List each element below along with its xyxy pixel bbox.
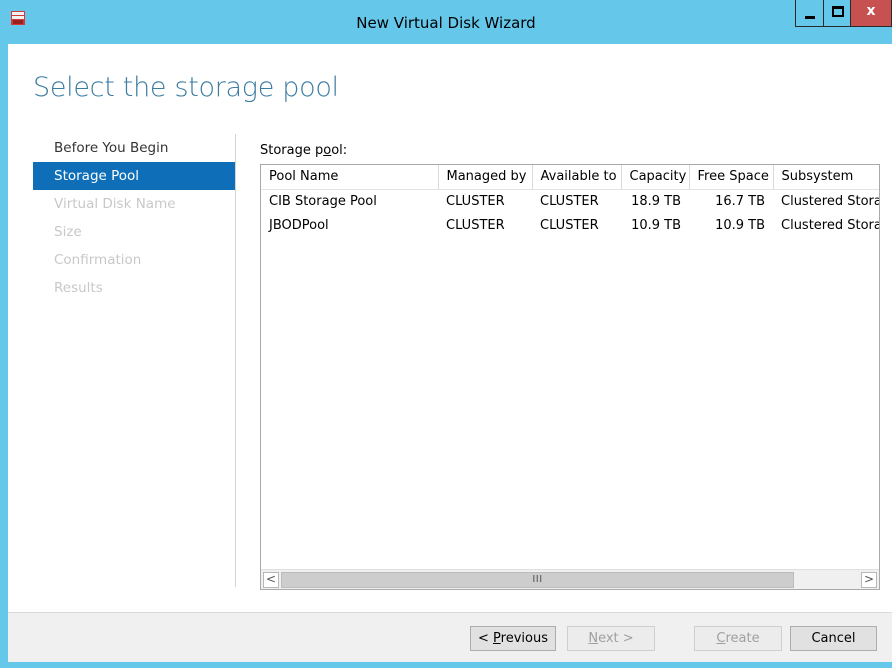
cell-managed-by: CLUSTER xyxy=(446,217,505,233)
column-header-free-space[interactable]: Free Space xyxy=(689,165,774,190)
nav-item-size: Size xyxy=(54,224,82,240)
grip-icon: III xyxy=(532,574,543,585)
next-label-post: ext > xyxy=(598,631,634,646)
cell-subsystem: Clustered Stora xyxy=(781,193,880,209)
table-header-row: Pool Name Managed by Available to Capaci… xyxy=(261,165,879,190)
previous-label-pre: < xyxy=(478,631,494,646)
window-title: New Virtual Disk Wizard xyxy=(356,14,536,32)
column-header-capacity[interactable]: Capacity xyxy=(621,165,690,190)
cell-free-space: 10.9 TB xyxy=(715,217,765,233)
storage-pool-list[interactable]: Pool Name Managed by Available to Capaci… xyxy=(260,164,880,590)
previous-label-post: revious xyxy=(500,631,548,646)
minimize-button[interactable] xyxy=(795,0,823,27)
cell-pool-name: JBODPool xyxy=(269,217,329,233)
wizard-footer: < Previous Next > Create Cancel xyxy=(8,612,892,662)
scroll-right-button[interactable]: > xyxy=(861,572,877,588)
nav-item-before-you-begin[interactable]: Before You Begin xyxy=(33,134,235,162)
title-bar[interactable]: New Virtual Disk Wizard x xyxy=(0,0,892,44)
next-accesskey: N xyxy=(588,631,599,646)
cell-capacity: 18.9 TB xyxy=(631,193,681,209)
previous-accesskey: P xyxy=(493,631,501,646)
maximize-icon xyxy=(832,6,844,17)
wizard-content: Select the storage pool Before You Begin… xyxy=(8,44,892,612)
minimize-icon xyxy=(805,16,815,19)
nav-item-confirmation: Confirmation xyxy=(54,252,142,268)
cell-managed-by: CLUSTER xyxy=(446,193,505,209)
cell-capacity: 10.9 TB xyxy=(631,217,681,233)
nav-divider xyxy=(235,134,236,587)
scroll-left-button[interactable]: < xyxy=(263,572,279,588)
storage-pool-label-pre: Storage p xyxy=(260,143,324,158)
next-button[interactable]: Next > xyxy=(567,626,655,651)
table-row[interactable]: JBODPool CLUSTER CLUSTER 10.9 TB 10.9 TB… xyxy=(261,213,880,237)
cancel-button[interactable]: Cancel xyxy=(790,626,877,651)
close-button[interactable]: x xyxy=(851,0,892,27)
table-row[interactable]: CIB Storage Pool CLUSTER CLUSTER 18.9 TB… xyxy=(261,189,880,213)
cell-available-to: CLUSTER xyxy=(540,193,599,209)
maximize-button[interactable] xyxy=(823,0,851,27)
create-label-post: reate xyxy=(725,631,760,646)
horizontal-scrollbar[interactable]: < III > xyxy=(261,569,879,589)
nav-item-storage-pool[interactable]: Storage Pool xyxy=(33,162,235,190)
column-header-pool-name[interactable]: Pool Name xyxy=(261,165,439,190)
storage-pool-table: Pool Name Managed by Available to Capaci… xyxy=(261,165,880,237)
close-icon: x xyxy=(866,3,876,19)
cell-available-to: CLUSTER xyxy=(540,217,599,233)
cell-free-space: 16.7 TB xyxy=(715,193,765,209)
wizard-window: New Virtual Disk Wizard x Select the sto… xyxy=(0,0,892,668)
scrollbar-thumb[interactable]: III xyxy=(281,572,794,588)
wizard-steps-nav: Before You Begin Storage Pool Virtual Di… xyxy=(33,134,235,302)
storage-pool-label-post: ol: xyxy=(331,143,348,158)
create-button[interactable]: Create xyxy=(694,626,782,651)
column-header-subsystem[interactable]: Subsystem xyxy=(773,165,879,190)
page-title: Select the storage pool xyxy=(33,72,339,103)
cell-pool-name: CIB Storage Pool xyxy=(269,193,377,209)
nav-item-virtual-disk-name: Virtual Disk Name xyxy=(54,196,176,212)
cell-subsystem: Clustered Stora xyxy=(781,217,880,233)
nav-item-results: Results xyxy=(54,280,103,296)
column-header-available-to[interactable]: Available to xyxy=(532,165,622,190)
storage-pool-label: Storage pool: xyxy=(260,143,347,158)
previous-button[interactable]: < Previous xyxy=(470,626,556,651)
column-header-managed-by[interactable]: Managed by xyxy=(438,165,533,190)
